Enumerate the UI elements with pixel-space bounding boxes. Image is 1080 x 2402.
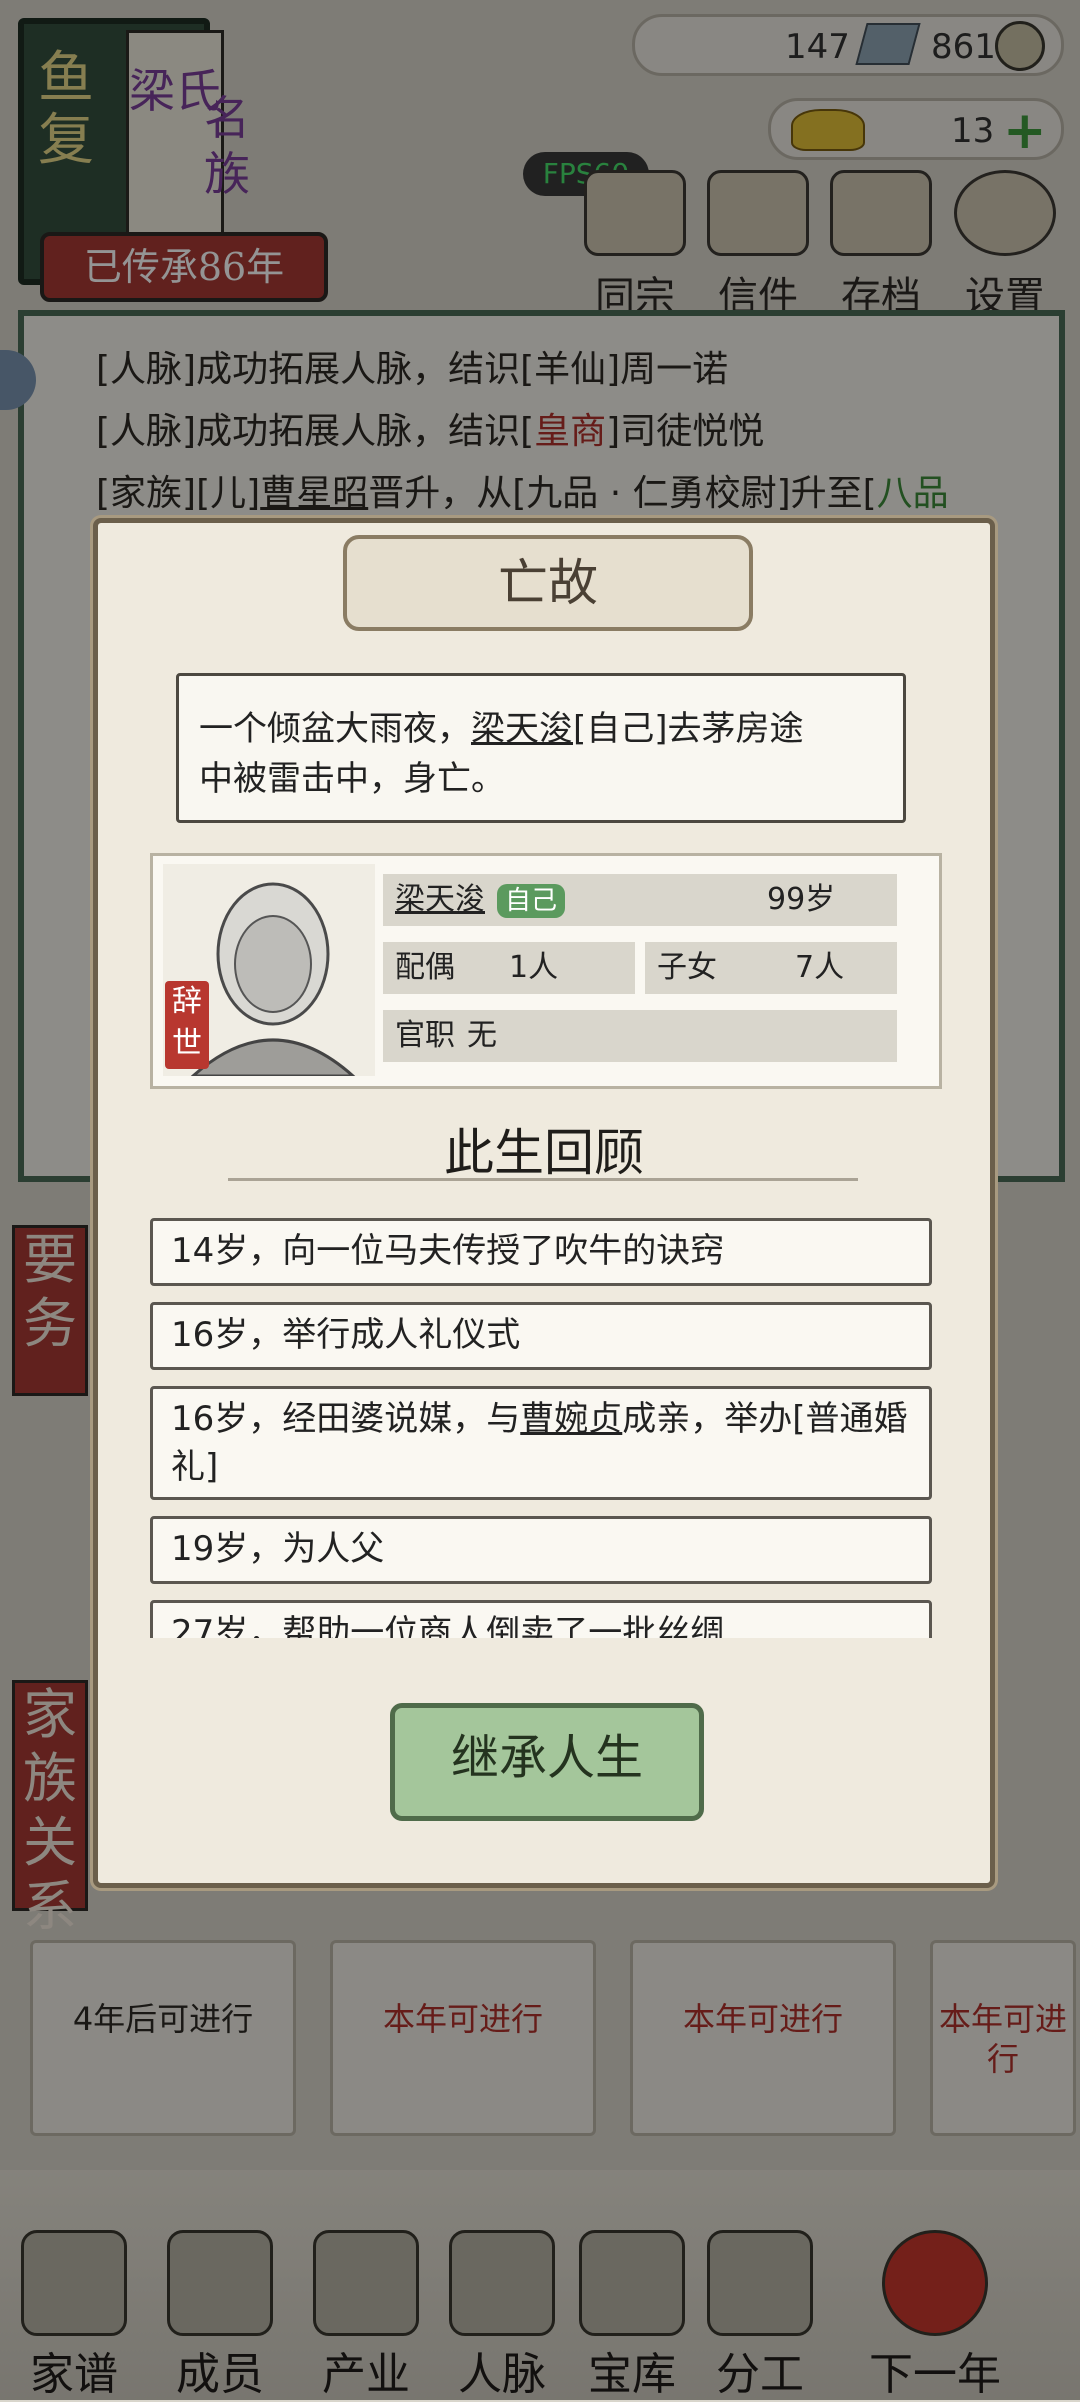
spouse-row: 配偶 1人	[383, 942, 635, 994]
life-event: 27岁，帮助一位商人倒卖了一批丝绸	[150, 1600, 932, 1638]
person-age: 99岁	[767, 882, 836, 917]
death-text: [自己]去茅房途	[573, 709, 804, 749]
deceased-seal: 辞世	[165, 981, 209, 1069]
death-dialog: 亡故 一个倾盆大雨夜，梁天浚[自己]去茅房途 中被雷击中，身亡。 辞世 梁天浚 …	[93, 518, 995, 1888]
life-events-list[interactable]: 14岁，向一位马夫传授了吹牛的诀窍 16岁，举行成人礼仪式 16岁，经田婆说媒，…	[150, 1218, 936, 1638]
inherit-life-button[interactable]: 继承人生	[390, 1703, 704, 1821]
death-person-name[interactable]: 梁天浚	[471, 709, 573, 749]
dialog-title: 亡故	[343, 535, 753, 631]
person-name[interactable]: 梁天浚	[395, 874, 485, 926]
life-event: 16岁，经田婆说媒，与曹婉贞成亲，举办[普通婚礼]	[150, 1386, 932, 1500]
person-card: 辞世 梁天浚 自己 99岁 配偶 1人 子女 7人 官职 无	[150, 853, 942, 1089]
event-text: 16岁，经田婆说媒，与	[171, 1399, 521, 1439]
life-event: 16岁，举行成人礼仪式	[150, 1302, 932, 1370]
office-row: 官职 无	[383, 1010, 897, 1062]
spouse-label: 配偶	[395, 950, 455, 985]
life-event: 14岁，向一位马夫传授了吹牛的诀窍	[150, 1218, 932, 1286]
spouse-count: 1人	[509, 950, 559, 985]
self-badge: 自己	[493, 874, 566, 926]
self-badge-label: 自己	[497, 883, 566, 918]
children-count: 7人	[795, 950, 845, 985]
death-text: 中被雷击中，身亡。	[199, 759, 505, 799]
office-value: 无	[467, 1018, 497, 1053]
death-description: 一个倾盆大雨夜，梁天浚[自己]去茅房途 中被雷击中，身亡。	[176, 673, 906, 823]
office-label: 官职	[395, 1018, 455, 1053]
event-person-name[interactable]: 曹婉贞	[520, 1399, 622, 1439]
life-event: 19岁，为人父	[150, 1516, 932, 1584]
title-divider	[228, 1178, 858, 1199]
children-row: 子女 7人	[645, 942, 897, 994]
children-label: 子女	[657, 950, 717, 985]
death-text: 一个倾盆大雨夜，	[199, 709, 471, 749]
life-review-title: 此生回顾	[444, 1124, 644, 1182]
name-age-row: 梁天浚 自己 99岁	[383, 874, 897, 926]
